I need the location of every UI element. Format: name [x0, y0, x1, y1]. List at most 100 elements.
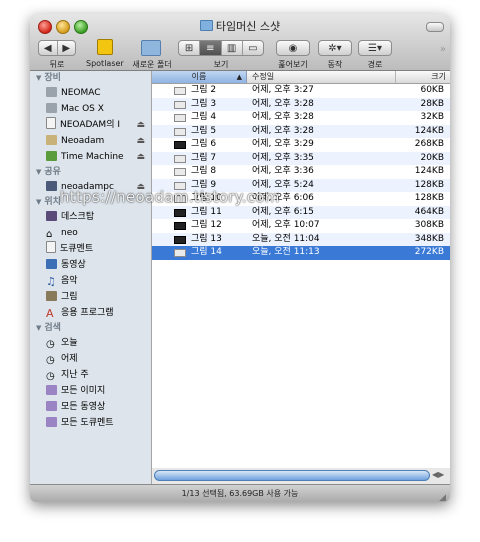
image-file-icon [174, 87, 186, 95]
file-date: 오늘, 오전 11:13 [252, 247, 320, 257]
smart-folder-icon [46, 401, 57, 411]
path-button[interactable]: ☰▾ [358, 40, 392, 56]
list-view-icon[interactable]: ≡ [199, 41, 221, 55]
sidebar-header-label: 검색 [44, 323, 61, 333]
path-label: 경로 [367, 60, 383, 69]
sidebar-item-neomac[interactable]: NEOMAC [30, 85, 151, 101]
column-header-size[interactable]: 크기 [396, 71, 450, 83]
file-date: 어제, 오후 3:28 [252, 125, 314, 136]
sidebar: ▼ 장비 NEOMAC Mac OS X NEOADAM의 I ⏏ Neoadam ⏏… [30, 71, 152, 484]
sidebar-item-time-machine[interactable]: Time Machine ⏏ [30, 149, 151, 165]
time-machine-icon [46, 151, 57, 161]
sidebar-item-yesterday[interactable]: ◷ 어제 [30, 351, 151, 367]
scroll-arrows-icon[interactable]: ◀▶ [432, 470, 444, 479]
quicklook-button[interactable]: ◉ [276, 40, 310, 56]
file-name: 그림 2 [191, 85, 217, 95]
file-row[interactable]: 그림 14 오늘, 오전 11:13 272KB [152, 246, 450, 260]
sidebar-item-home[interactable]: ⌂ neo [30, 225, 151, 241]
quicklook-label: 훑어보기 [278, 60, 308, 69]
file-date: 어제, 오후 10:07 [252, 220, 320, 230]
forward-arrow-icon[interactable]: ▶ [56, 41, 76, 55]
sidebar-item-all-documents[interactable]: 모든 도큐멘트 [30, 415, 151, 431]
sidebar-item-music[interactable]: ♫ 음악 [30, 273, 151, 289]
sidebar-item-desktop[interactable]: 데스크탑 [30, 209, 151, 225]
file-size: 32KB [420, 112, 444, 122]
file-row[interactable]: 그림 8 어제, 오후 3:36 124KB [152, 165, 450, 179]
eject-icon[interactable]: ⏏ [136, 117, 145, 133]
sidebar-header-search[interactable]: ▼ 검색 [30, 321, 151, 335]
column-view-icon[interactable]: ▥ [220, 41, 242, 55]
image-file-icon [174, 208, 186, 217]
column-header-date[interactable]: 수정일 [246, 71, 396, 83]
file-size: 128KB [414, 193, 444, 203]
file-size: 124KB [414, 166, 444, 176]
sidebar-item-pictures[interactable]: 그림 [30, 289, 151, 305]
sidebar-item-all-images[interactable]: 모든 이미지 [30, 383, 151, 399]
file-row[interactable]: 그림 6 어제, 오후 3:29 268KB [152, 138, 450, 152]
window-title: 타임머신 스샷 [30, 18, 450, 34]
resize-grip-icon[interactable]: ◢ [439, 489, 446, 502]
file-size: 124KB [414, 125, 444, 136]
file-list: 그림 2 어제, 오후 3:27 60KB 그림 3 어제, 오후 3:28 28KB 그림… [152, 84, 450, 468]
file-row[interactable]: 그림 5 어제, 오후 3:28 124KB [152, 124, 450, 138]
sidebar-item-label: 지난 주 [61, 370, 89, 380]
toolbar-toggle-button[interactable] [426, 22, 444, 32]
action-button[interactable]: ✲▾ [318, 40, 352, 56]
column-header-label: 이름 [191, 72, 207, 81]
sidebar-item-neoadam[interactable]: Neoadam ⏏ [30, 133, 151, 149]
sidebar-item-label: 그림 [61, 292, 78, 302]
clock-icon: ◷ [46, 371, 55, 382]
horizontal-scrollbar[interactable] [154, 470, 430, 481]
file-row[interactable]: 그림 4 어제, 오후 3:28 32KB [152, 111, 450, 125]
sidebar-item-label: 도큐멘트 [60, 244, 94, 254]
sidebar-item-past-week[interactable]: ◷ 지난 주 [30, 367, 151, 383]
sidebar-item-label: 오늘 [61, 338, 78, 348]
image-file-icon [174, 249, 186, 257]
file-row[interactable]: 그림 13 오늘, 오전 11:04 348KB [152, 232, 450, 246]
back-label: 뒤로 [49, 60, 65, 69]
sidebar-item-all-movies[interactable]: 모든 동영상 [30, 399, 151, 415]
file-row[interactable]: 그림 2 어제, 오후 3:27 60KB [152, 84, 450, 98]
coverflow-view-icon[interactable]: ▭ [241, 41, 263, 55]
image-file-icon [174, 100, 186, 109]
file-size: 308KB [414, 220, 444, 230]
file-date: 어제, 오후 3:28 [252, 112, 314, 122]
toolbar-overflow-icon[interactable]: » [440, 44, 446, 55]
eject-icon[interactable]: ⏏ [136, 133, 145, 149]
back-arrow-icon[interactable]: ◀ [39, 41, 57, 55]
sidebar-item-applications[interactable]: A 응용 프로그램 [30, 305, 151, 321]
path-menu-icon: ☰▾ [368, 42, 382, 54]
file-name: 그림 6 [191, 139, 217, 149]
view-mode-buttons[interactable]: ⊞ ≡ ▥ ▭ [178, 40, 264, 56]
sidebar-item-today[interactable]: ◷ 오늘 [30, 335, 151, 351]
file-row[interactable]: 그림 3 어제, 오후 3:28 28KB [152, 97, 450, 111]
back-forward-buttons[interactable]: ◀ ▶ [38, 40, 76, 56]
new-folder-icon[interactable] [141, 40, 161, 56]
column-header-label: 크기 [431, 72, 446, 81]
sidebar-item-macosx[interactable]: Mac OS X [30, 101, 151, 117]
sidebar-item-label: 데스크탑 [61, 212, 95, 222]
sidebar-item-label: NEOMAC [61, 88, 101, 98]
file-date: 어제, 오후 3:29 [252, 139, 314, 149]
smart-folder-icon [46, 417, 57, 427]
sidebar-header-shared[interactable]: ▼ 공유 [30, 165, 151, 179]
file-row[interactable]: 그림 11 어제, 오후 6:15 464KB [152, 205, 450, 219]
file-name: 그림 11 [191, 206, 222, 217]
file-row[interactable]: 그림 7 어제, 오후 3:35 20KB [152, 151, 450, 165]
sidebar-header-label: 장비 [44, 73, 61, 83]
eject-icon[interactable]: ⏏ [136, 149, 145, 165]
sidebar-item-documents[interactable]: 도큐멘트 [30, 241, 151, 257]
file-date: 오늘, 오전 11:04 [252, 233, 320, 244]
file-row[interactable]: 그림 12 어제, 오후 10:07 308KB [152, 219, 450, 233]
column-header-name[interactable]: 이름 ▲ [152, 71, 247, 83]
ipod-icon [46, 117, 56, 129]
file-size: 272KB [414, 247, 444, 257]
icon-view-icon[interactable]: ⊞ [179, 41, 199, 55]
spotlaser-icon[interactable] [97, 39, 113, 55]
documents-icon [46, 241, 56, 253]
sidebar-item-label: 어제 [61, 354, 78, 364]
sidebar-item-movies[interactable]: 동영상 [30, 257, 151, 273]
smart-folder-icon [46, 385, 57, 395]
sidebar-header-devices[interactable]: ▼ 장비 [30, 71, 151, 85]
sidebar-item-ipod[interactable]: NEOADAM의 I ⏏ [30, 117, 151, 133]
